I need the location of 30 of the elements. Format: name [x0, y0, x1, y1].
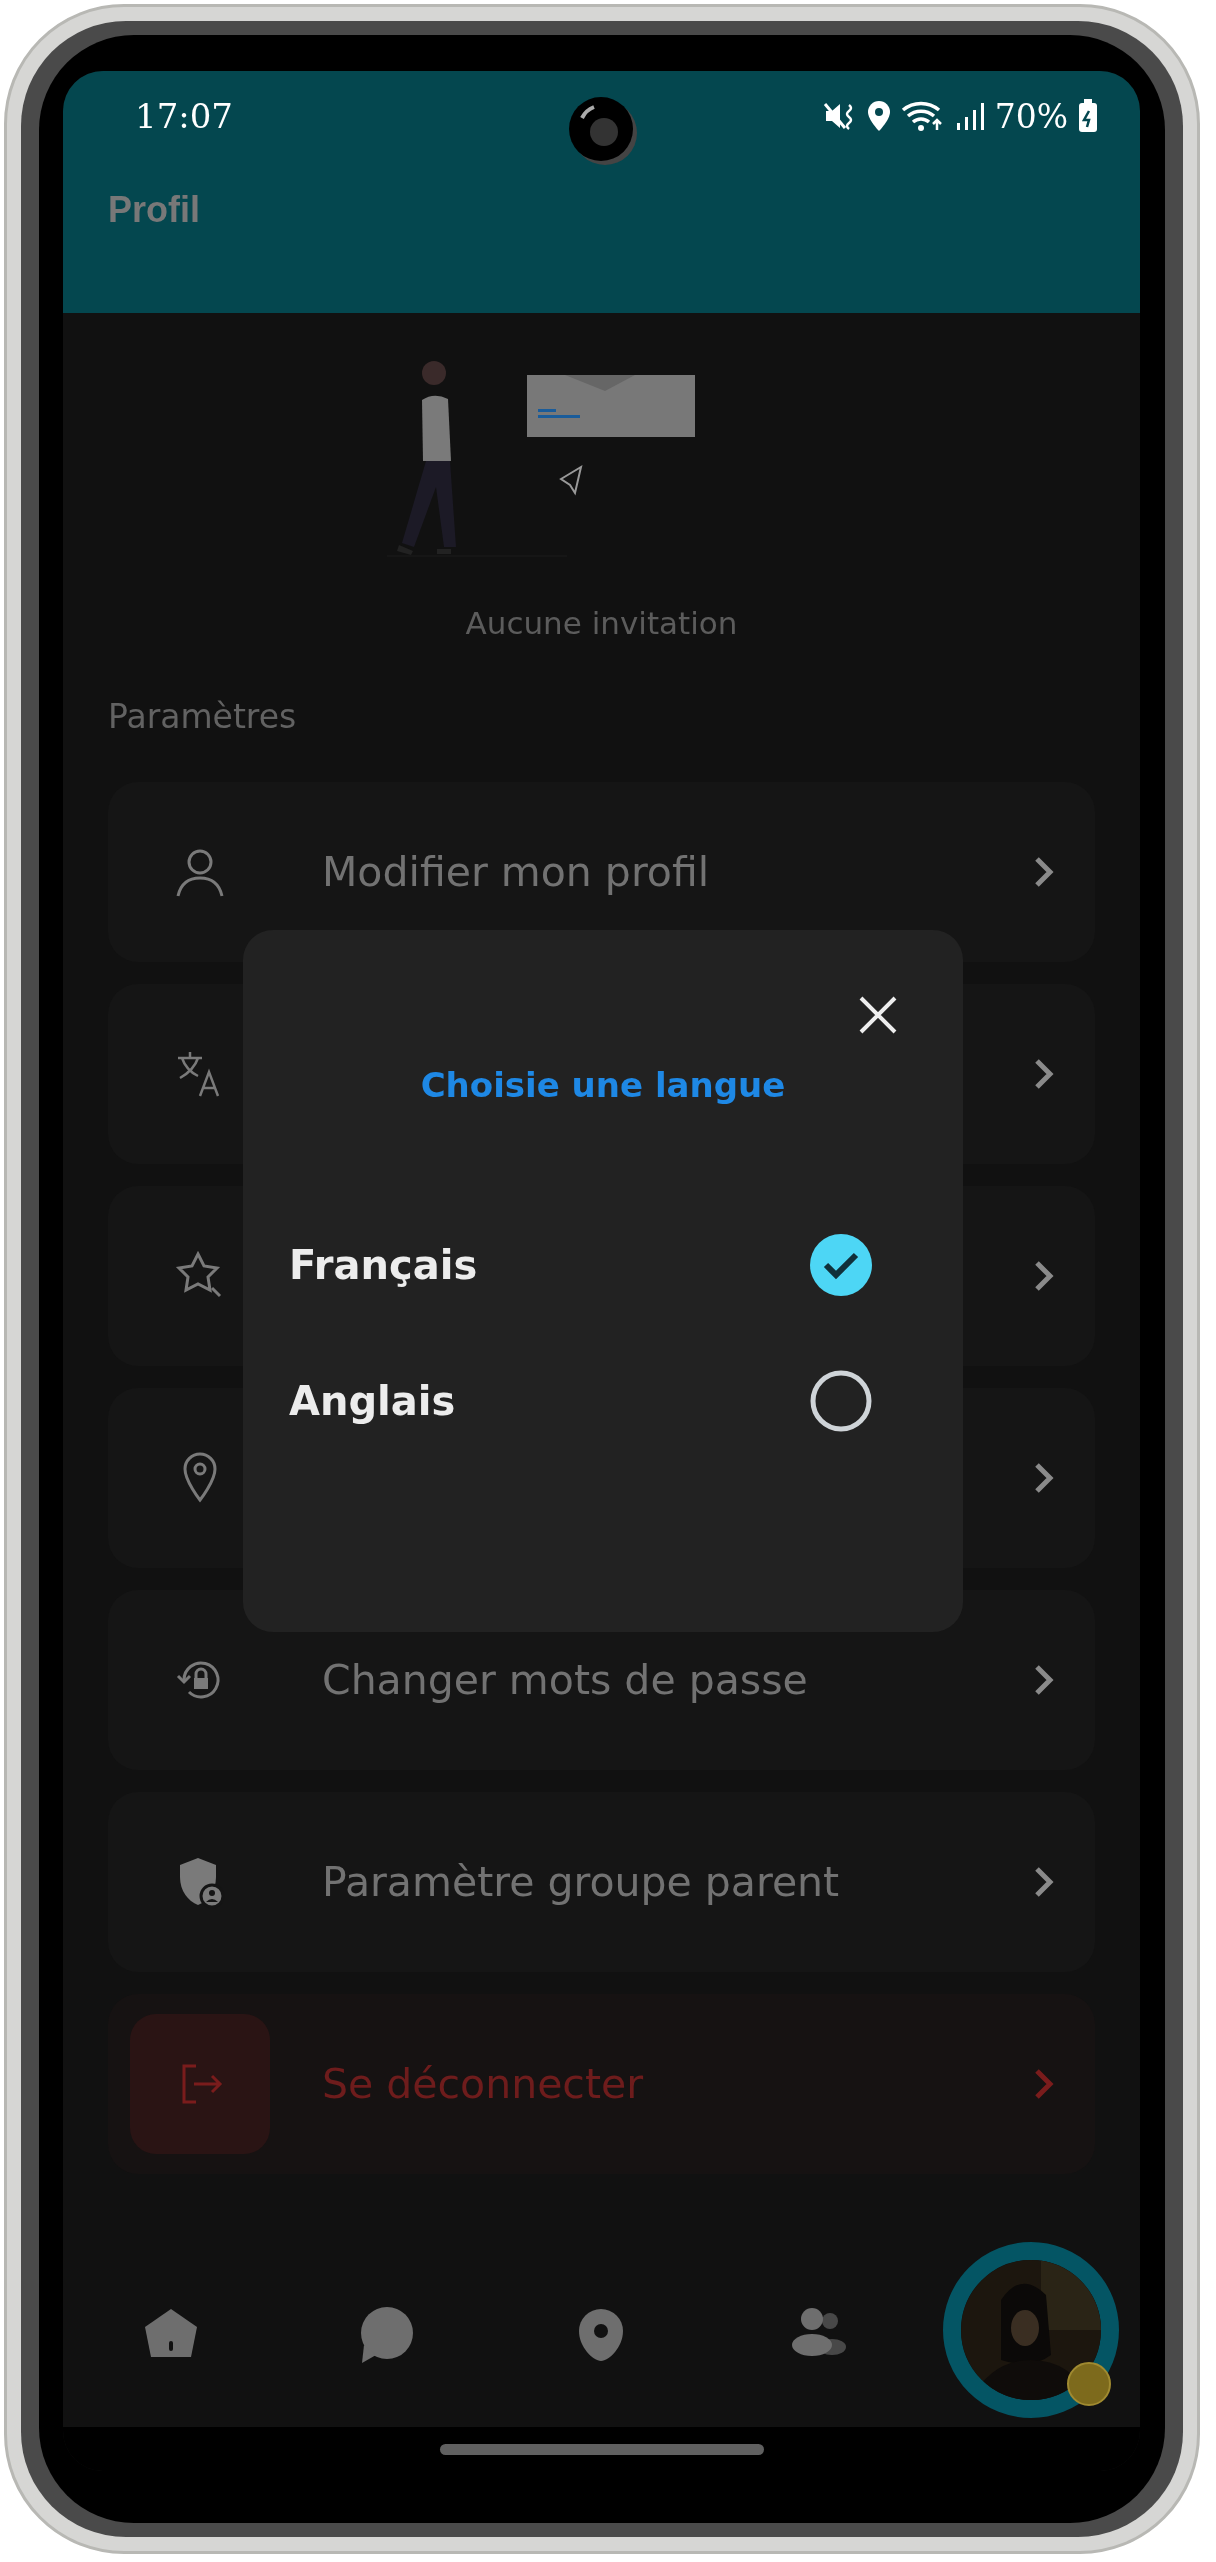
chevron-right-icon [1033, 1865, 1055, 1899]
front-camera [568, 96, 638, 166]
chevron-right-icon [1033, 2067, 1055, 2101]
chevron-right-icon [1033, 1663, 1055, 1697]
radio-button[interactable] [809, 1233, 873, 1297]
dialog-title: Choisie une langue [420, 1065, 786, 1105]
radio-button[interactable] [809, 1369, 873, 1433]
profile-avatar-tab[interactable] [942, 2242, 1119, 2418]
language-option[interactable]: Anglais [289, 1378, 456, 1424]
status-dot [1066, 2362, 1111, 2406]
location-icon [866, 100, 891, 132]
status-time: 17:07 [135, 96, 233, 136]
signal-icon [954, 101, 985, 131]
empty-state-text: Aucune invitation [465, 605, 738, 641]
home-indicator[interactable] [439, 2443, 764, 2455]
section-title: Paramètres [108, 697, 298, 736]
settings-label: Paramètre groupe parent [322, 1858, 841, 1906]
settings-label: Changer mots de passe [322, 1656, 809, 1704]
settings-label: Modifier mon profil [322, 848, 711, 896]
chevron-right-icon [1033, 1461, 1055, 1495]
battery-percent: 70% [994, 96, 1068, 136]
chevron-right-icon [1033, 1259, 1055, 1293]
settings-label: Se déconnecter [322, 2060, 645, 2108]
battery-charging-icon [1078, 99, 1098, 133]
chevron-right-icon [1033, 1057, 1055, 1091]
close-icon[interactable] [858, 995, 898, 1035]
screen-title: Profil [108, 189, 201, 231]
settings-item[interactable]: Paramètre groupe parent [108, 1792, 1095, 1972]
chevron-right-icon [1033, 855, 1055, 889]
language-option[interactable]: Français [289, 1242, 478, 1288]
